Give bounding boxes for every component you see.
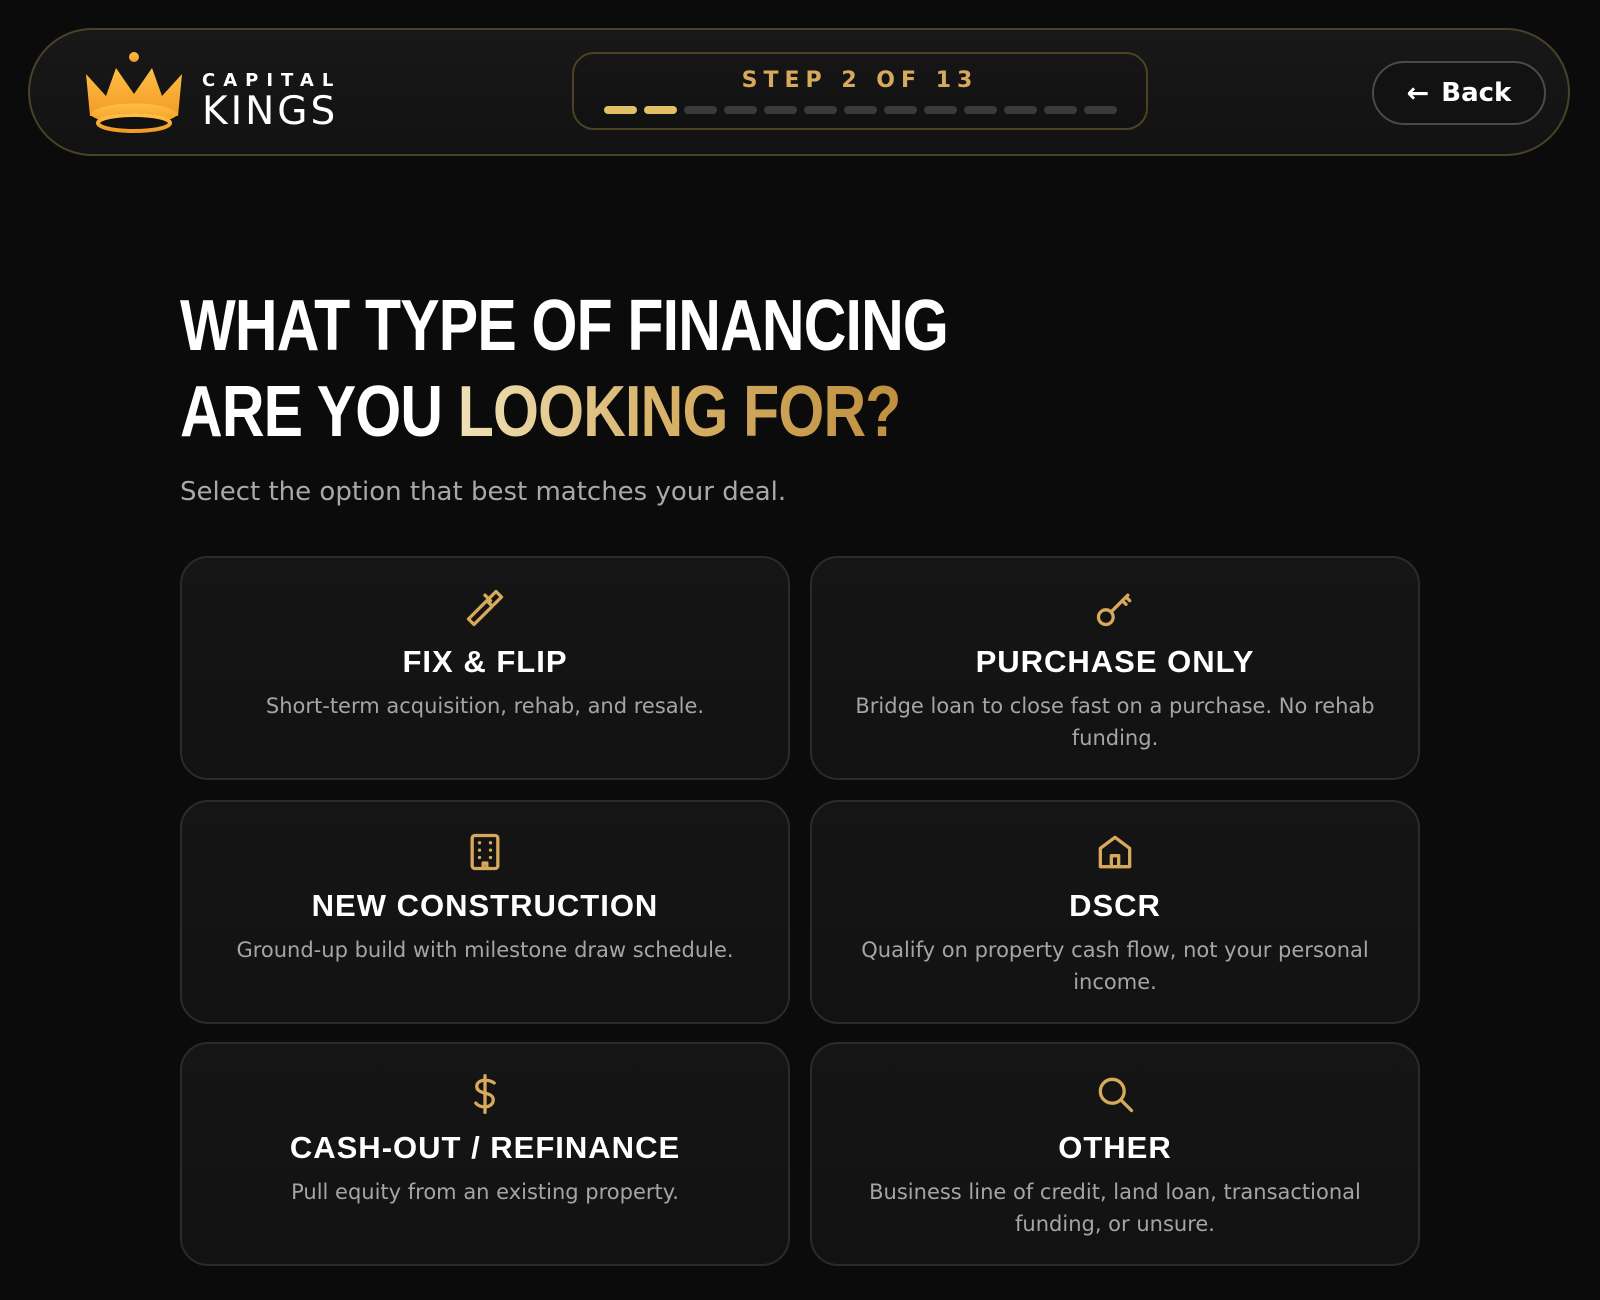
option-description: Ground-up build with milestone draw sche… xyxy=(236,938,734,962)
option-card-fix-flip[interactable]: FIX & FLIP Short-term acquisition, rehab… xyxy=(180,556,790,780)
arrow-left-icon: ← xyxy=(1406,77,1430,109)
top-header: CAPITAL KINGS STEP 2 OF 13 ← Back xyxy=(28,28,1570,156)
crown-icon xyxy=(86,52,182,133)
building-icon xyxy=(470,833,500,871)
option-description: Pull equity from an existing property. xyxy=(291,1180,679,1204)
option-title: FIX & FLIP xyxy=(402,644,568,679)
progress-step xyxy=(604,106,637,114)
logo-wordmark: CAPITAL KINGS xyxy=(202,70,342,134)
option-description: Business line of credit, land loan, tran… xyxy=(869,1180,1361,1236)
house-icon xyxy=(1098,835,1132,869)
progress-step xyxy=(644,106,677,114)
progress-step xyxy=(1044,106,1077,114)
back-button[interactable]: ← Back xyxy=(1372,61,1546,125)
step-progress-track xyxy=(604,106,1117,114)
dollar-icon xyxy=(474,1074,496,1114)
option-title: OTHER xyxy=(1058,1130,1172,1165)
progress-step xyxy=(844,106,877,114)
option-card-purchase-only[interactable]: PURCHASE ONLY Bridge loan to close fast … xyxy=(810,556,1420,780)
option-card-cash-out-refinance[interactable]: CASH-OUT / REFINANCE Pull equity from an… xyxy=(180,1042,790,1266)
financing-options-grid: FIX & FLIP Short-term acquisition, rehab… xyxy=(180,556,1420,1266)
option-title: DSCR xyxy=(1069,888,1161,923)
hammer-icon xyxy=(466,589,504,627)
logo-bottom-text: KINGS xyxy=(202,89,339,134)
option-description: Short-term acquisition, rehab, and resal… xyxy=(265,694,705,718)
page-subtitle: Select the option that best matches your… xyxy=(180,477,787,507)
page-title: WHAT TYPE OF FINANCING ARE YOU LOOKING F… xyxy=(180,283,1197,455)
page-title-line-1: WHAT TYPE OF FINANCING xyxy=(180,286,949,366)
option-card-other[interactable]: OTHER Business line of credit, land loan… xyxy=(810,1042,1420,1266)
progress-step xyxy=(964,106,997,114)
page-title-accent: LOOKING FOR? xyxy=(457,372,902,452)
option-title: NEW CONSTRUCTION xyxy=(311,888,659,923)
option-title: PURCHASE ONLY xyxy=(975,644,1255,679)
page-title-line-2-prefix: ARE YOU xyxy=(180,372,458,452)
back-button-label: Back xyxy=(1441,78,1512,108)
progress-step xyxy=(924,106,957,114)
question-section: WHAT TYPE OF FINANCING ARE YOU LOOKING F… xyxy=(180,283,1420,507)
progress-step xyxy=(764,106,797,114)
progress-step xyxy=(684,106,717,114)
search-icon xyxy=(1098,1077,1134,1113)
option-description: Bridge loan to close fast on a purchase.… xyxy=(855,694,1375,750)
progress-step xyxy=(1084,106,1117,114)
option-description: Qualify on property cash flow, not your … xyxy=(861,938,1369,994)
option-card-dscr[interactable]: DSCR Qualify on property cash flow, not … xyxy=(810,800,1420,1024)
progress-step xyxy=(804,106,837,114)
progress-step xyxy=(724,106,757,114)
progress-step xyxy=(1004,106,1037,114)
option-title: CASH-OUT / REFINANCE xyxy=(289,1130,681,1165)
capital-kings-logo[interactable]: CAPITAL KINGS xyxy=(82,50,352,136)
option-card-new-construction[interactable]: NEW CONSTRUCTION Ground-up build with mi… xyxy=(180,800,790,1024)
logo-top-text: CAPITAL xyxy=(202,70,342,91)
step-progress: STEP 2 OF 13 xyxy=(572,52,1148,130)
step-label: STEP 2 OF 13 xyxy=(741,68,979,93)
progress-step xyxy=(884,106,917,114)
key-icon xyxy=(1096,593,1132,627)
